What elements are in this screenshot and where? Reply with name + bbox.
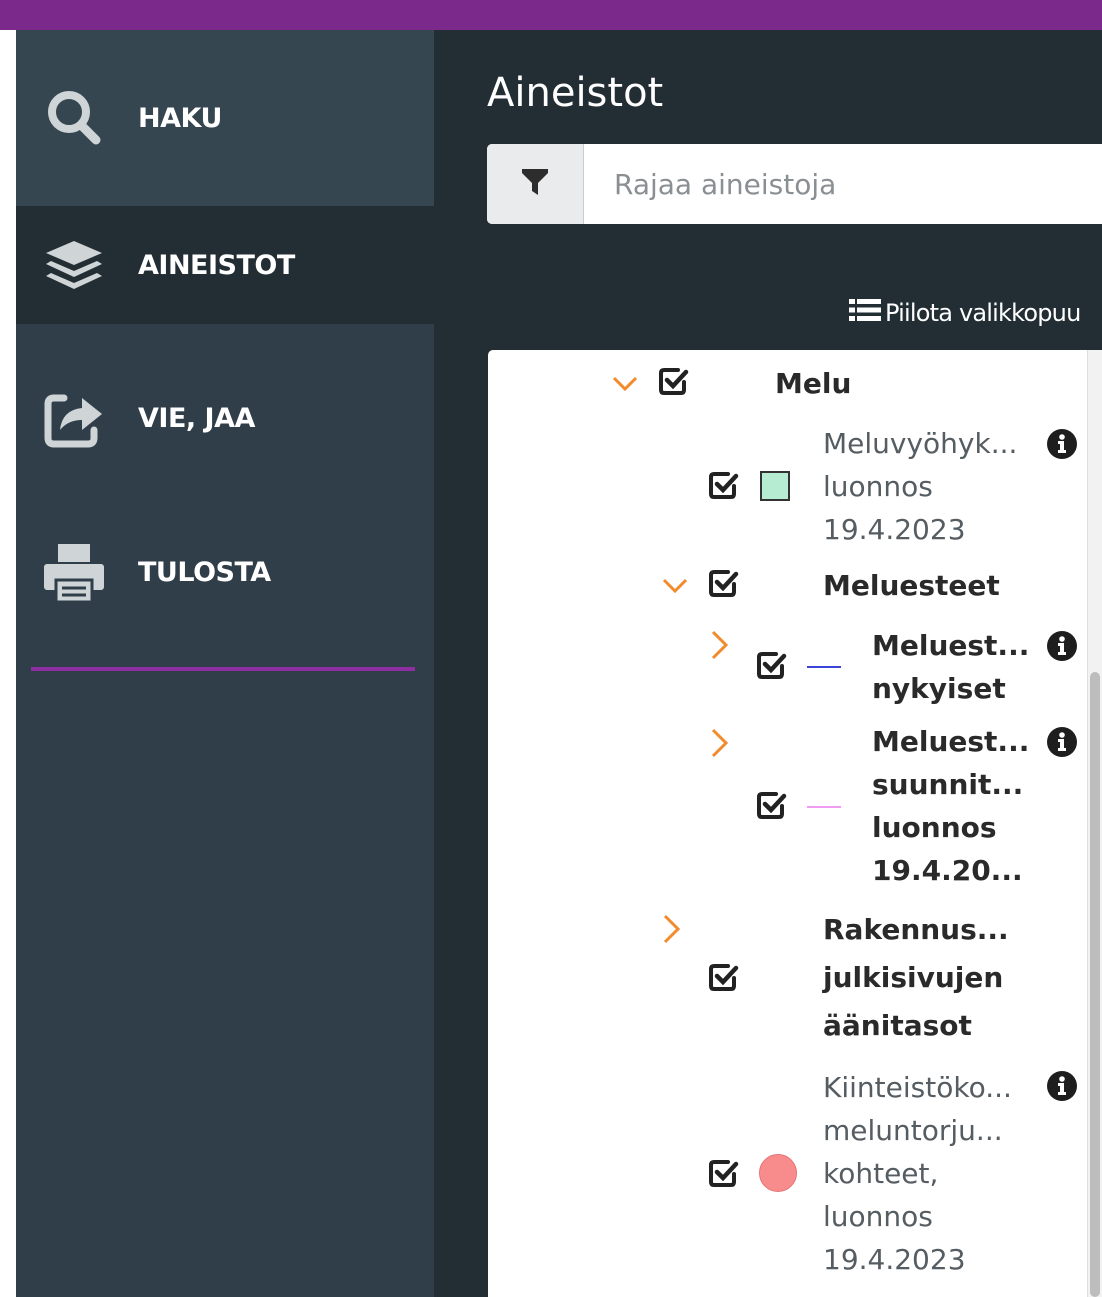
tree-group-label: Rakennus... julkisivujen äänitasot <box>823 913 1009 1042</box>
sidebar-item-tulosta[interactable]: TULOSTA <box>16 492 434 652</box>
hide-tree-button[interactable]: Piilota valikkopuu <box>849 298 1081 328</box>
legend-dot-swatch <box>759 1154 797 1192</box>
sidebar-item-label: HAKU <box>138 102 222 134</box>
tree-layer-label: Meluvyöhyk... luonnos 19.4.2023 <box>823 427 1018 546</box>
chevron-down-icon[interactable] <box>660 570 690 604</box>
info-icon[interactable] <box>1046 1070 1078 1106</box>
filter-input[interactable] <box>584 144 1102 224</box>
sidebar-item-vie-jaa[interactable]: VIE, JAA <box>16 344 434 492</box>
tree-layer-label: Meluest... nykyiset <box>872 629 1030 705</box>
checkbox-checked-icon[interactable] <box>656 364 690 402</box>
legend-line-swatch <box>807 806 841 808</box>
scrollbar-track[interactable] <box>1087 350 1102 1297</box>
checkbox-checked-icon[interactable] <box>706 960 740 998</box>
filter-button[interactable] <box>487 144 584 224</box>
checkbox-checked-icon[interactable] <box>706 566 740 604</box>
legend-line-swatch <box>807 666 841 668</box>
info-icon[interactable] <box>1046 630 1078 666</box>
info-icon[interactable] <box>1046 428 1078 464</box>
checkbox-checked-icon[interactable] <box>706 468 740 506</box>
sidebar-divider <box>31 667 415 671</box>
checkbox-checked-icon[interactable] <box>706 1156 740 1194</box>
tree-layer-label: Kiinteistöko... meluntorju... kohteet, l… <box>823 1071 1012 1276</box>
chevron-down-icon[interactable] <box>610 368 640 402</box>
aineistot-panel: Aineistot Piilota valikkopuu <box>434 30 1102 1297</box>
layer-tree: Melu Meluvyöhyk... luonnos 19.4.2023 Mel… <box>488 350 1102 1297</box>
sidebar-item-label: AINEISTOT <box>138 249 295 281</box>
filter-box <box>487 144 1102 224</box>
checkbox-checked-icon[interactable] <box>754 788 788 826</box>
share-icon <box>42 386 106 450</box>
page-title: Aineistot <box>487 70 664 116</box>
scrollbar-thumb[interactable] <box>1090 672 1100 1297</box>
legend-swatch <box>760 471 790 501</box>
sidebar-item-haku[interactable]: HAKU <box>16 30 434 206</box>
sidebar: HAKU AINEISTOT VIE, JAA TULOSTA <box>16 30 434 1297</box>
hide-tree-label: Piilota valikkopuu <box>885 299 1081 327</box>
search-icon <box>42 86 106 150</box>
sidebar-item-label: VIE, JAA <box>138 402 255 434</box>
sidebar-item-label: TULOSTA <box>138 556 271 588</box>
checkbox-checked-icon[interactable] <box>754 648 788 686</box>
sidebar-item-aineistot[interactable]: AINEISTOT <box>16 206 434 324</box>
tree-group-label: Melu <box>775 367 852 400</box>
print-icon <box>42 540 106 604</box>
info-icon[interactable] <box>1046 726 1078 762</box>
chevron-right-icon[interactable] <box>708 726 732 764</box>
list-icon <box>849 298 881 328</box>
filter-icon <box>520 166 550 202</box>
layers-icon <box>42 233 106 297</box>
chevron-right-icon[interactable] <box>660 912 684 950</box>
tree-group-label: Meluesteet <box>823 569 1000 602</box>
chevron-right-icon[interactable] <box>708 628 732 666</box>
tree-layer-label: Meluest... suunnit... luonnos 19.4.20... <box>872 725 1030 887</box>
top-accent-bar <box>0 0 1102 30</box>
